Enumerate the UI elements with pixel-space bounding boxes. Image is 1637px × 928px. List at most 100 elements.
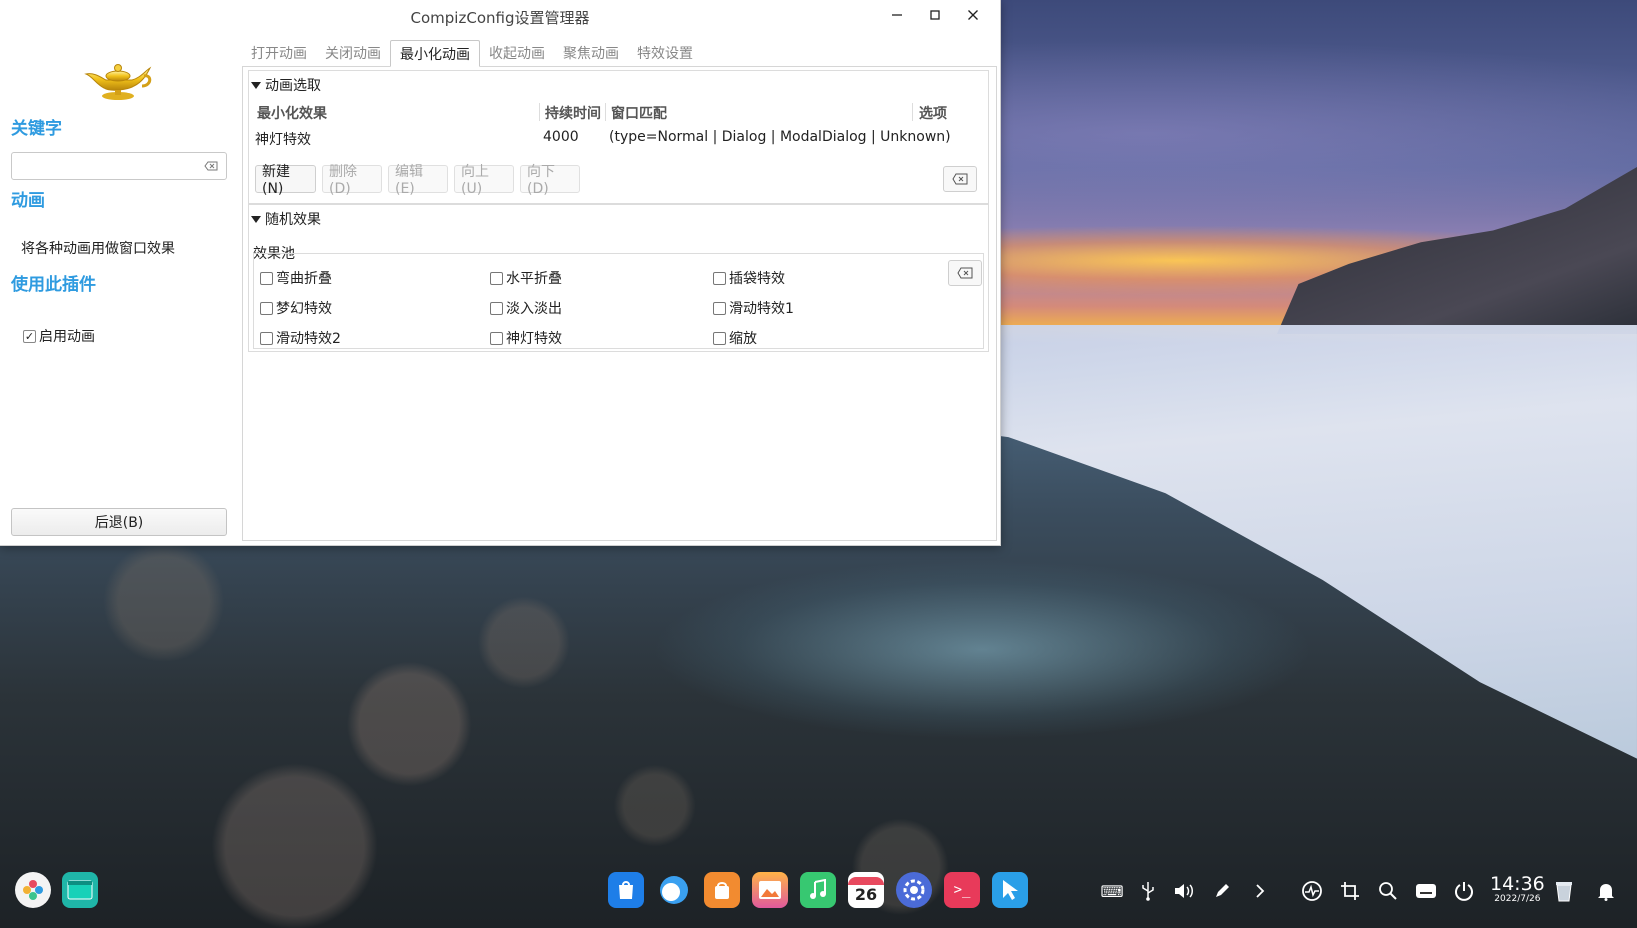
back-button[interactable]: 后退(B)	[11, 508, 227, 536]
crop-icon	[1341, 882, 1359, 900]
clock[interactable]: 14:36 2022/7/26	[1490, 874, 1545, 904]
sidebar: 关键字 动画 将各种动画用做窗口效果 使用此插件 ✓ 启用动画 后退(B)	[0, 34, 238, 545]
enable-animation-label: 启用动画	[39, 329, 95, 345]
move-down-button[interactable]: 向下(D)	[520, 164, 580, 197]
search-input[interactable]	[11, 152, 227, 180]
tab-effect-settings[interactable]: 特效设置	[628, 40, 702, 66]
random-effects-toggle[interactable]: 随机效果	[251, 209, 321, 229]
shopping-bag-icon	[619, 881, 633, 899]
store-bag-icon[interactable]	[704, 872, 740, 908]
enable-animation-checkbox[interactable]: ✓ 启用动画	[23, 326, 95, 346]
terminal-prompt-glyph: >_	[953, 882, 971, 898]
window-controls	[878, 0, 992, 34]
effect-checkbox-magic-lamp[interactable]: 神灯特效	[490, 328, 562, 348]
animation-selection-group: 动画选取 最小化效果 持续时间 窗口匹配 选项 神灯特效 4000 (type=…	[248, 70, 989, 204]
checkbox[interactable]	[490, 271, 503, 285]
column-header-window-match[interactable]: 窗口匹配	[611, 103, 667, 123]
reset-button[interactable]	[948, 260, 982, 286]
move-up-button[interactable]: 向上(U)	[454, 164, 514, 197]
maximize-button[interactable]	[916, 0, 954, 30]
effect-checkbox-fade[interactable]: 淡入淡出	[490, 298, 562, 318]
expand-tray-icon[interactable]	[1248, 879, 1272, 903]
pen-icon[interactable]	[1210, 879, 1234, 903]
table-header: 最小化效果 持续时间 窗口匹配 选项	[249, 101, 988, 123]
effect-checkbox-sidekick[interactable]: 插袋特效	[713, 268, 785, 288]
column-header-duration[interactable]: 持续时间	[545, 103, 601, 123]
launcher-flower-icon	[23, 880, 43, 900]
photo-viewer-icon[interactable]	[752, 872, 788, 908]
music-player-icon[interactable]	[800, 872, 836, 908]
animation-heading: 动画	[11, 191, 45, 211]
effect-checkbox-curved-fold[interactable]: 弯曲折叠	[260, 268, 332, 288]
tab-close-animation[interactable]: 关闭动画	[316, 40, 390, 66]
animation-selection-toggle[interactable]: 动画选取	[251, 75, 321, 95]
column-header-options[interactable]: 选项	[919, 103, 947, 123]
trash-icon[interactable]	[1552, 879, 1576, 903]
effect-checkbox-zoom[interactable]: 缩放	[713, 328, 757, 348]
browser-icon[interactable]	[656, 872, 692, 908]
keyboard-icon[interactable]: ⌨	[1100, 879, 1124, 903]
close-button[interactable]	[954, 0, 992, 30]
input-method-icon[interactable]	[1414, 879, 1438, 903]
terminal-icon[interactable]: >_	[944, 872, 980, 908]
checkbox[interactable]	[260, 301, 273, 315]
start-menu-icon[interactable]	[15, 872, 51, 908]
clock-time: 14:36	[1490, 873, 1545, 895]
checkbox-checked[interactable]: ✓	[23, 329, 36, 343]
reset-button[interactable]	[943, 166, 977, 192]
effect-checkbox-horizontal-fold[interactable]: 水平折叠	[490, 268, 562, 288]
column-header-effect[interactable]: 最小化效果	[257, 103, 327, 123]
checkbox[interactable]	[713, 301, 726, 315]
effect-checkbox-glide2[interactable]: 滑动特效2	[260, 328, 341, 348]
calendar-icon[interactable]: 26	[848, 872, 884, 908]
checkbox[interactable]	[490, 301, 503, 315]
usb-icon[interactable]	[1136, 879, 1160, 903]
recycle-bin-icon	[1556, 882, 1572, 902]
checkbox[interactable]	[713, 271, 726, 285]
checkbox[interactable]	[490, 331, 503, 345]
screenshot-icon[interactable]	[1338, 879, 1362, 903]
random-effects-title: 随机效果	[265, 212, 321, 228]
checkbox[interactable]	[713, 331, 726, 345]
tab-minimize-animation[interactable]: 最小化动画	[390, 40, 480, 67]
effect-checkbox-glide1[interactable]: 滑动特效1	[713, 298, 794, 318]
expand-triangle-icon	[251, 81, 261, 89]
notification-icon[interactable]	[1594, 879, 1618, 903]
effect-label: 滑动特效2	[276, 331, 341, 347]
table-row[interactable]: 神灯特效 4000 (type=Normal | Dialog | ModalD…	[249, 129, 988, 151]
clear-icon[interactable]	[204, 159, 218, 173]
expand-triangle-icon	[251, 215, 261, 223]
close-icon	[968, 10, 978, 20]
calendar-header	[848, 876, 884, 885]
globe-icon	[660, 876, 688, 904]
new-button[interactable]: 新建(N)	[255, 164, 316, 197]
volume-icon[interactable]	[1172, 879, 1196, 903]
maximize-icon	[930, 10, 940, 20]
search-icon[interactable]	[1376, 879, 1400, 903]
delete-button[interactable]: 删除(D)	[322, 164, 382, 197]
power-icon[interactable]	[1452, 879, 1476, 903]
backspace-icon	[957, 267, 973, 279]
effect-checkbox-dream[interactable]: 梦幻特效	[260, 298, 332, 318]
row-duration: 4000	[543, 129, 579, 145]
system-monitor-icon[interactable]	[1300, 879, 1324, 903]
app-store-icon[interactable]	[608, 872, 644, 908]
backspace-icon	[952, 173, 968, 185]
cursor-app-icon[interactable]	[992, 872, 1028, 908]
tab-focus-animation[interactable]: 聚焦动画	[554, 40, 628, 66]
settings-gear-icon[interactable]	[896, 872, 932, 908]
effect-label: 淡入淡出	[506, 301, 562, 317]
clock-date: 2022/7/26	[1494, 894, 1541, 904]
tab-shade-animation[interactable]: 收起动画	[480, 40, 554, 66]
usb-symbol-icon	[1142, 882, 1154, 901]
checkbox[interactable]	[260, 271, 273, 285]
multitask-view-icon[interactable]	[62, 872, 98, 908]
edit-button[interactable]: 编辑(E)	[388, 164, 448, 197]
tab-open-animation[interactable]: 打开动画	[242, 40, 316, 66]
checkbox[interactable]	[260, 331, 273, 345]
tab-bar: 打开动画 关闭动画 最小化动画 收起动画 聚焦动画 特效设置	[242, 40, 702, 67]
column-divider	[912, 103, 913, 121]
minimize-button[interactable]	[878, 0, 916, 30]
titlebar[interactable]: CompizConfig设置管理器	[0, 0, 1000, 34]
effect-label: 插袋特效	[729, 271, 785, 287]
